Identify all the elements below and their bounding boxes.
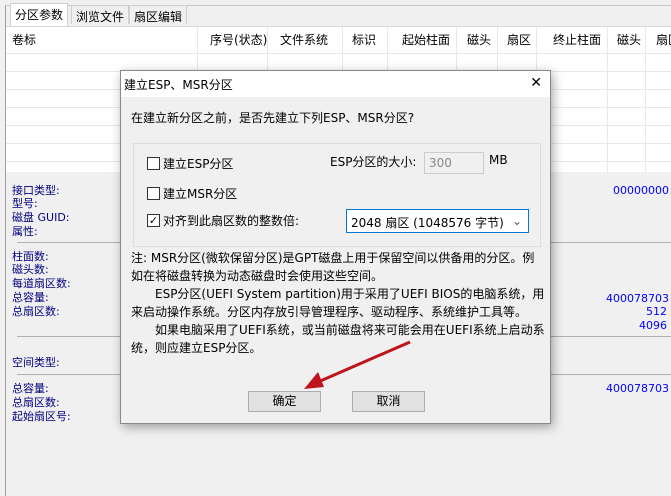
align-checkbox-label[interactable]: 对齐到此扇区数的整数倍: [163,212,299,229]
tab-browse-files[interactable]: 浏览文件 [71,5,130,24]
col-end-sector[interactable]: 扇区 [656,27,671,53]
label-attributes: 属性: [12,225,38,238]
note-esp: ESP分区(UEFI System partition)用于采用了UEFI BI… [131,287,545,319]
align-select-value: 2048 扇区 (1048576 字节) [351,216,504,230]
esp-size-input[interactable]: 300 [424,152,484,174]
col-start-head[interactable]: 磁头 [467,27,491,53]
tab-partition-params[interactable]: 分区参数 [10,3,69,26]
value-physical-sector: 4096 [639,319,667,332]
col-start-cylinder[interactable]: 起始柱面 [402,27,450,53]
value-disk-guid: 00000000 [613,184,669,197]
label-interface-type: 接口类型: [12,184,60,197]
align-select[interactable]: 2048 扇区 (1048576 字节) ⌄ [346,209,529,233]
tab-sector-edit[interactable]: 扇区编辑 [129,5,188,24]
value-part-capacity: 400078703 [606,382,669,395]
label-sectors-per-track: 每道扇区数: [12,277,71,290]
label-model: 型号: [12,197,38,210]
close-icon[interactable]: ✕ [530,75,542,91]
dialog-titlebar: 建立ESP、MSR分区 ✕ [121,71,550,97]
esp-size-unit: MB [489,153,508,167]
col-end-head[interactable]: 磁头 [617,27,641,53]
align-checkbox[interactable]: ✓ [147,214,160,227]
dialog-title: 建立ESP、MSR分区 [124,78,233,92]
value-capacity: 400078703 [606,292,669,305]
ok-button[interactable]: 确定 [248,391,321,412]
dialog-question: 在建立新分区之前，是否先建立下列ESP、MSR分区? [131,111,415,125]
label-part-capacity: 总容量: [12,382,49,395]
note-uefi: 如果电脑采用了UEFI系统，或当前磁盘将来可能会用在UEFI系统上启动系统，则应… [131,323,545,355]
cancel-button[interactable]: 取消 [352,391,425,412]
note-msr: 注: MSR分区(微软保留分区)是GPT磁盘上用于保留空间以供备用的分区。例如在… [131,251,535,283]
label-space-type: 空间类型: [12,356,60,369]
esp-msr-dialog: 建立ESP、MSR分区 ✕ 在建立新分区之前，是否先建立下列ESP、MSR分区?… [120,70,551,424]
label-part-sectors: 总扇区数: [12,396,60,409]
value-bytes-per-sector: 512 [646,305,667,318]
esp-checkbox[interactable] [147,157,160,170]
esp-size-label: ESP分区的大小: [330,155,417,169]
col-start-sector[interactable]: 扇区 [507,27,531,53]
label-heads: 磁头数: [12,263,49,276]
msr-checkbox[interactable] [147,187,160,200]
label-total-sectors: 总扇区数: [12,305,60,318]
dialog-note: 注: MSR分区(微软保留分区)是GPT磁盘上用于保留空间以供备用的分区。例如在… [131,249,546,357]
label-disk-guid: 磁盘 GUID: [12,211,70,224]
col-end-cylinder[interactable]: 终止柱面 [553,27,601,53]
col-index-status[interactable]: 序号(状态) [210,27,267,53]
esp-checkbox-label[interactable]: 建立ESP分区 [163,155,233,172]
label-total-capacity: 总容量: [12,291,49,304]
label-start-sector: 起始扇区号: [12,410,71,423]
col-id[interactable]: 标识 [352,27,376,53]
label-cylinders: 柱面数: [12,250,49,263]
msr-checkbox-label[interactable]: 建立MSR分区 [163,185,237,202]
col-volume-label[interactable]: 卷标 [12,27,36,53]
col-filesystem[interactable]: 文件系统 [280,27,328,53]
chevron-down-icon: ⌄ [511,214,522,228]
